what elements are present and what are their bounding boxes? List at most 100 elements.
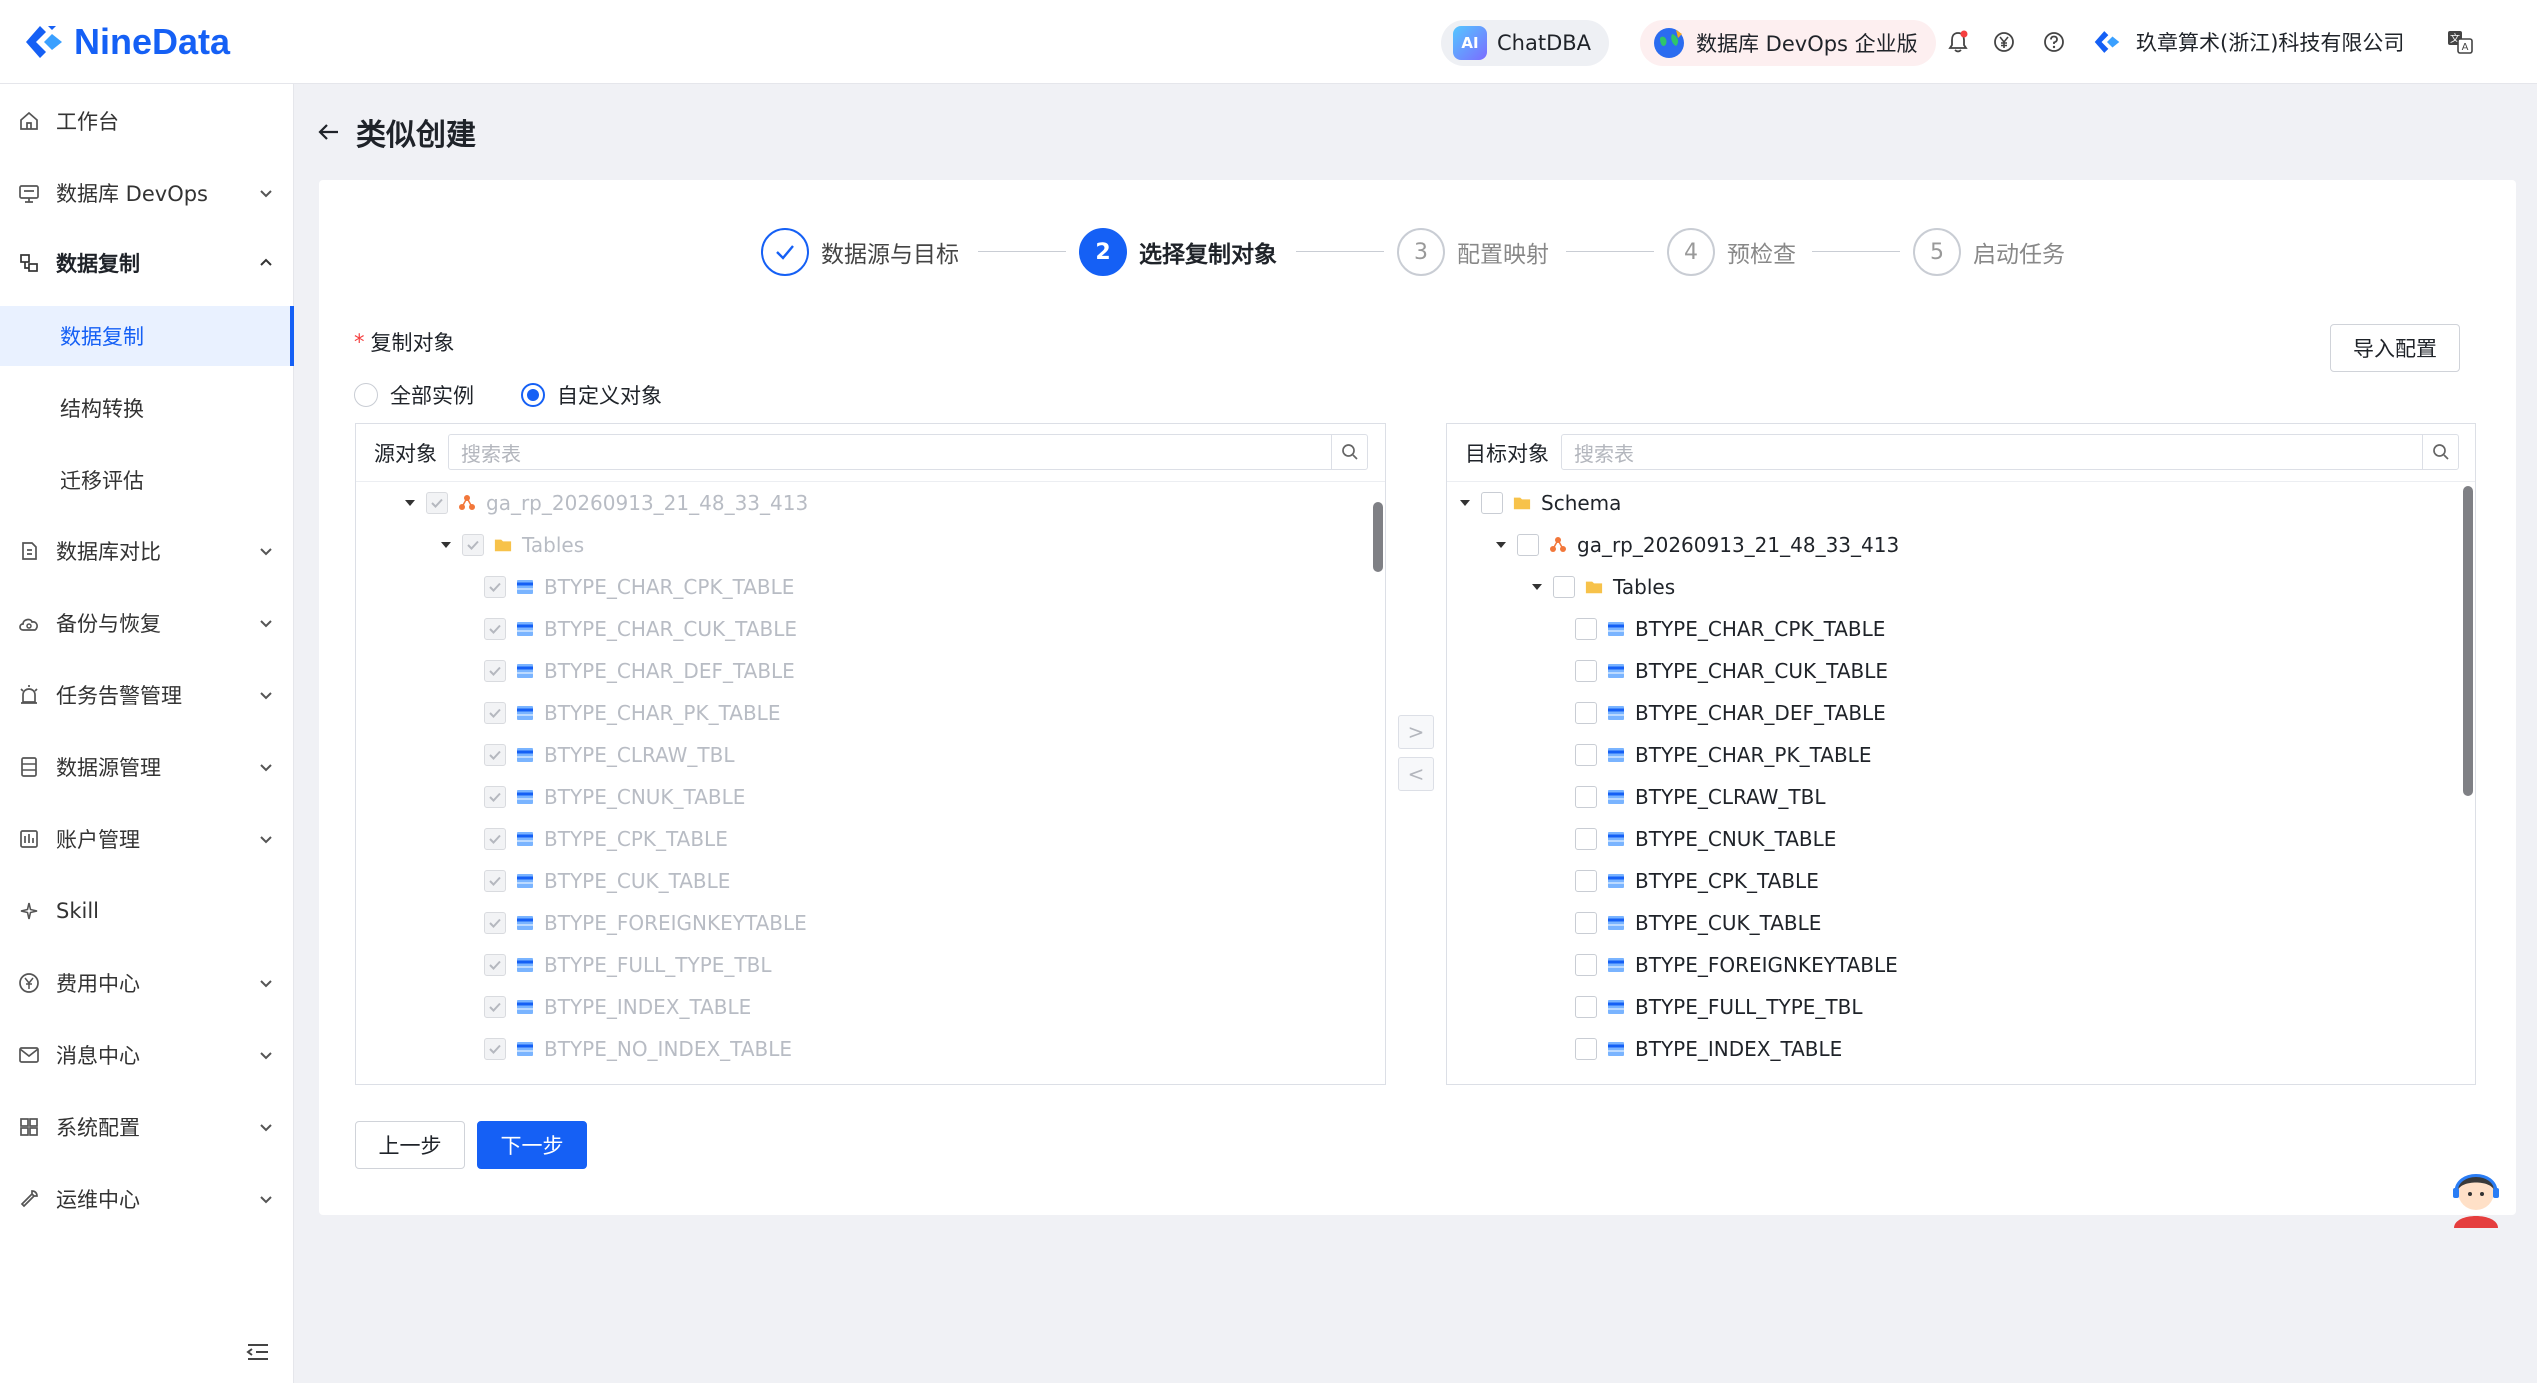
checkbox-checked[interactable] bbox=[462, 534, 484, 556]
tree-node-db[interactable]: ga_rp_20260913_21_48_33_413 bbox=[402, 482, 808, 524]
sidebar-item-workbench[interactable]: 工作台 bbox=[0, 90, 294, 152]
tree-node-table[interactable]: BTYPE_CUK_TABLE bbox=[1575, 902, 1821, 944]
sidebar-item-backup[interactable]: 备份与恢复 bbox=[0, 592, 294, 654]
tree-node-table[interactable]: BTYPE_INDEX_TABLE bbox=[1575, 1028, 1842, 1070]
scrollbar-thumb[interactable] bbox=[1373, 502, 1383, 572]
checkbox-checked[interactable] bbox=[484, 702, 506, 724]
edition-badge[interactable]: 数据库 DevOps 企业版 bbox=[1640, 20, 1936, 66]
sidebar-item-replication[interactable]: 数据复制 bbox=[0, 232, 294, 294]
checkbox[interactable] bbox=[1553, 576, 1575, 598]
radio-custom-objects[interactable]: 自定义对象 bbox=[521, 378, 662, 412]
sidebar-item-billing[interactable]: 费用中心 bbox=[0, 952, 294, 1014]
tree-node-schema[interactable]: Schema bbox=[1457, 482, 1621, 524]
sidebar-item-system[interactable]: 系统配置 bbox=[0, 1096, 294, 1158]
search-icon[interactable] bbox=[2422, 435, 2458, 469]
checkbox[interactable] bbox=[1575, 1038, 1597, 1060]
checkbox[interactable] bbox=[1575, 828, 1597, 850]
sidebar-item-messages[interactable]: 消息中心 bbox=[0, 1024, 294, 1086]
sidebar-subitem-schema-convert[interactable]: 结构转换 bbox=[0, 378, 294, 438]
next-step-button[interactable]: 下一步 bbox=[477, 1121, 587, 1169]
checkbox[interactable] bbox=[1517, 534, 1539, 556]
checkbox[interactable] bbox=[1575, 744, 1597, 766]
tree-node-table[interactable]: BTYPE_CPK_TABLE bbox=[484, 818, 728, 860]
checkbox[interactable] bbox=[1481, 492, 1503, 514]
tree-node-table[interactable]: BTYPE_CHAR_CUK_TABLE bbox=[484, 608, 797, 650]
tree-node-table[interactable]: BTYPE_CHAR_CPK_TABLE bbox=[1575, 608, 1885, 650]
tree-node-table[interactable]: BTYPE_CHAR_DEF_TABLE bbox=[1575, 692, 1886, 734]
sidebar-subitem-migration-assess[interactable]: 迁移评估 bbox=[0, 450, 294, 510]
target-search-input[interactable]: 搜索表 bbox=[1561, 434, 2459, 470]
yuan-icon[interactable] bbox=[1990, 28, 2018, 56]
checkbox-checked[interactable] bbox=[484, 576, 506, 598]
tree-node-folder[interactable]: Tables bbox=[1529, 566, 1675, 608]
tree-node-db[interactable]: ga_rp_20260913_21_48_33_413 bbox=[1493, 524, 1899, 566]
back-arrow-icon[interactable] bbox=[316, 119, 342, 145]
checkbox[interactable] bbox=[1575, 954, 1597, 976]
collapse-sidebar-icon[interactable] bbox=[244, 1338, 272, 1366]
checkbox[interactable] bbox=[1575, 996, 1597, 1018]
import-config-button[interactable]: 导入配置 bbox=[2330, 324, 2460, 372]
sidebar-item-skill[interactable]: Skill bbox=[0, 880, 294, 942]
checkbox-checked[interactable] bbox=[484, 996, 506, 1018]
sidebar-item-devops[interactable]: 数据库 DevOps bbox=[0, 162, 294, 224]
tree-node-table[interactable]: BTYPE_CNUK_TABLE bbox=[484, 776, 745, 818]
caret-down-icon[interactable] bbox=[1493, 537, 1509, 553]
tree-node-table[interactable]: BTYPE_CHAR_PK_TABLE bbox=[484, 692, 780, 734]
translate-icon[interactable]: 文A bbox=[2444, 26, 2476, 58]
tree-node-table[interactable]: BTYPE_NO_INDEX_TABLE bbox=[484, 1028, 792, 1070]
checkbox[interactable] bbox=[1575, 660, 1597, 682]
checkbox-checked[interactable] bbox=[484, 954, 506, 976]
checkbox-checked[interactable] bbox=[484, 660, 506, 682]
checkbox-checked[interactable] bbox=[484, 828, 506, 850]
tree-node-table[interactable]: BTYPE_FOREIGNKEYTABLE bbox=[1575, 944, 1898, 986]
radio-circle[interactable] bbox=[354, 383, 378, 407]
tree-node-table[interactable]: BTYPE_CHAR_CPK_TABLE bbox=[484, 566, 794, 608]
caret-down-icon[interactable] bbox=[402, 495, 418, 511]
sidebar-subitem-replication[interactable]: 数据复制 bbox=[0, 306, 294, 366]
radio-all-instances[interactable]: 全部实例 bbox=[354, 378, 474, 412]
sidebar-item-task-alarm[interactable]: 任务告警管理 bbox=[0, 664, 294, 726]
search-icon[interactable] bbox=[1331, 435, 1367, 469]
checkbox-checked[interactable] bbox=[484, 870, 506, 892]
tree-node-table[interactable]: BTYPE_CUK_TABLE bbox=[484, 860, 730, 902]
caret-down-icon[interactable] bbox=[438, 537, 454, 553]
tree-node-table[interactable]: BTYPE_CLRAW_TBL bbox=[1575, 776, 1826, 818]
sidebar-item-account[interactable]: 账户管理 bbox=[0, 808, 294, 870]
tree-node-folder[interactable]: Tables bbox=[438, 524, 584, 566]
checkbox-checked[interactable] bbox=[484, 618, 506, 640]
scrollbar-thumb[interactable] bbox=[2463, 486, 2473, 796]
tree-node-table[interactable]: BTYPE_FULL_TYPE_TBL bbox=[1575, 986, 1863, 1028]
tree-node-table[interactable]: BTYPE_FOREIGNKEYTABLE bbox=[484, 902, 807, 944]
checkbox[interactable] bbox=[1575, 702, 1597, 724]
customer-service-avatar[interactable] bbox=[2446, 1162, 2506, 1230]
brand-logo[interactable]: NineData bbox=[22, 14, 230, 70]
caret-down-icon[interactable] bbox=[1529, 579, 1545, 595]
checkbox-checked[interactable] bbox=[484, 786, 506, 808]
transfer-left-button[interactable]: < bbox=[1398, 757, 1434, 791]
checkbox-checked[interactable] bbox=[484, 912, 506, 934]
bell-icon[interactable] bbox=[1944, 28, 1972, 56]
tree-node-table[interactable]: BTYPE_INDEX_TABLE bbox=[484, 986, 751, 1028]
transfer-right-button[interactable]: > bbox=[1398, 715, 1434, 749]
caret-down-icon[interactable] bbox=[1457, 495, 1473, 511]
chatdba-button[interactable]: AI ChatDBA bbox=[1441, 20, 1610, 66]
radio-circle-selected[interactable] bbox=[521, 383, 545, 407]
tree-node-table[interactable]: BTYPE_CNUK_TABLE bbox=[1575, 818, 1836, 860]
sidebar-item-db-compare[interactable]: 数据库对比 bbox=[0, 520, 294, 582]
checkbox[interactable] bbox=[1575, 786, 1597, 808]
tree-node-table[interactable]: BTYPE_CHAR_DEF_TABLE bbox=[484, 650, 795, 692]
sidebar-item-datasource[interactable]: 数据源管理 bbox=[0, 736, 294, 798]
sidebar-item-ops[interactable]: 运维中心 bbox=[0, 1168, 294, 1230]
prev-step-button[interactable]: 上一步 bbox=[355, 1121, 465, 1169]
tree-node-table[interactable]: BTYPE_FULL_TYPE_TBL bbox=[484, 944, 772, 986]
tree-node-table[interactable]: BTYPE_CHAR_CUK_TABLE bbox=[1575, 650, 1888, 692]
checkbox-checked[interactable] bbox=[484, 1038, 506, 1060]
checkbox[interactable] bbox=[1575, 618, 1597, 640]
source-search-input[interactable]: 搜索表 bbox=[448, 434, 1368, 470]
checkbox[interactable] bbox=[1575, 870, 1597, 892]
tree-node-table[interactable]: BTYPE_CHAR_PK_TABLE bbox=[1575, 734, 1871, 776]
tree-node-table[interactable]: BTYPE_CPK_TABLE bbox=[1575, 860, 1819, 902]
checkbox-checked[interactable] bbox=[426, 492, 448, 514]
checkbox-checked[interactable] bbox=[484, 744, 506, 766]
tree-node-table[interactable]: BTYPE_CLRAW_TBL bbox=[484, 734, 735, 776]
